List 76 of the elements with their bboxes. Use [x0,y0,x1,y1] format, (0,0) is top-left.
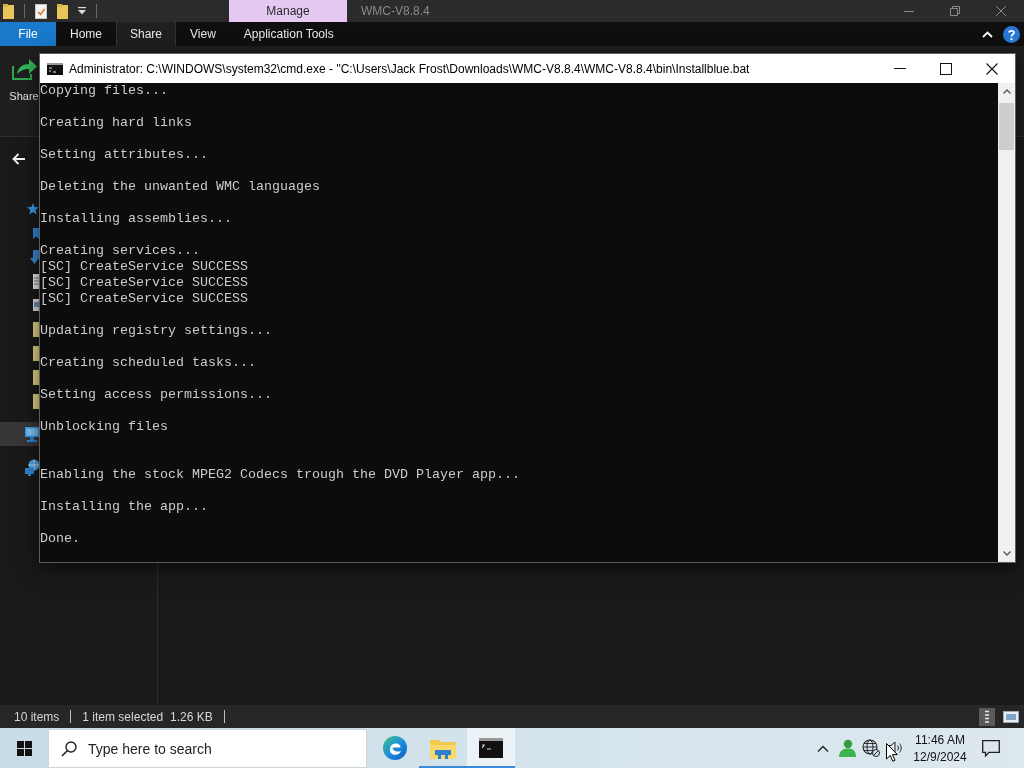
share-button[interactable]: Share [8,54,40,112]
pointer-cursor-icon [886,743,898,762]
down-arrow-icon [30,250,39,264]
selection-count: 1 item selected [82,709,164,724]
item-count: 10 items [14,709,60,724]
console-line: Deleting the unwanted WMC languages [40,179,320,195]
scroll-down-button[interactable] [998,545,1015,562]
scroll-up-button[interactable] [998,83,1015,100]
monitor-icon [25,426,39,442]
ribbon-tab[interactable]: File [0,22,56,46]
console-line: Installing assemblies... [40,211,232,227]
console-line: [SC] CreateService SUCCESS [40,275,248,291]
clock[interactable]: 11:46 AM 12/9/2024 [907,728,973,768]
taskbar-app-button[interactable] [467,728,515,768]
console-line: Installing the app... [40,499,208,515]
console-line: Setting access permissions... [40,387,272,403]
page-icon [33,299,39,311]
browser-swirl-icon [383,736,407,760]
console-line: Done. [40,531,80,547]
back-arrow-icon [12,152,26,165]
ribbon-tab[interactable]: Share [116,22,177,46]
console-line: Creating services... [40,243,200,259]
ribbon-tab[interactable]: Application Tools [229,22,348,46]
console-line: Setting attributes... [40,147,208,163]
window-title: Administrator: C:\WINDOWS\system32\cmd.exe - "C:\Users\Jack Frost\Downloads\WMC-V8.8.4\WMC-V8.8.4\bin\Installblue.bat [69,61,750,76]
console-line: [SC] CreateService SUCCESS [40,259,248,275]
window-title: WMC-V8.8.4 [361,3,430,20]
help-icon [1003,25,1020,43]
nav-item[interactable] [0,422,39,446]
folder-icon [33,393,39,409]
search-field[interactable]: Type here to search [48,729,367,768]
dropdown-icon [78,7,86,15]
chevron-up-icon [1002,89,1011,94]
person-icon [838,739,856,757]
ribbon-tab[interactable]: Home [56,22,116,46]
close-icon [996,6,1006,16]
folder-icon [57,3,68,19]
console-line: Unblocking files [40,419,168,435]
console-line: Creating hard links [40,115,192,131]
minimize-icon [894,68,906,69]
search-icon [61,741,77,757]
terminal-icon [479,738,503,758]
checklist-icon [35,3,47,19]
console-line: [SC] CreateService SUCCESS [40,291,248,307]
close-icon [986,62,998,75]
console-line: Copying files... [40,83,168,99]
folder-icon [3,3,14,19]
picture-icon [1003,710,1019,723]
selection-size: 1.26 KB [170,709,213,724]
folder-icon [33,321,39,337]
maximize-icon [940,62,952,75]
console-app-icon [47,62,63,75]
chevron-up-icon [982,30,993,38]
share-arrow-icon [11,57,37,81]
minimize-icon [904,10,914,12]
restore-icon [950,6,960,16]
console-line: Creating scheduled tasks... [40,355,256,371]
star-icon [27,203,39,215]
help-button[interactable] [1003,25,1020,43]
collapse-ribbon-button[interactable] [982,30,993,38]
windows-logo-icon [16,740,32,756]
view-mode-button[interactable] [979,707,995,726]
scrollbar-thumb[interactable] [999,103,1014,150]
folder-icon [33,369,39,385]
folder-icon [430,737,456,759]
speech-bubble-icon [982,739,1000,757]
chevron-up-icon [817,744,829,752]
chevron-down-icon [1002,551,1011,556]
console-line: Updating registry settings... [40,323,272,339]
back-button[interactable] [12,152,26,165]
console-line: Enabling the stock MPEG2 Codecs trough the DVD Player app... [40,467,520,483]
ribbon-tab[interactable]: View [176,22,230,46]
context-tab-header: Manage [229,0,347,22]
list-icon [984,709,990,724]
globe-icon [862,739,880,757]
folder-icon [33,345,39,361]
